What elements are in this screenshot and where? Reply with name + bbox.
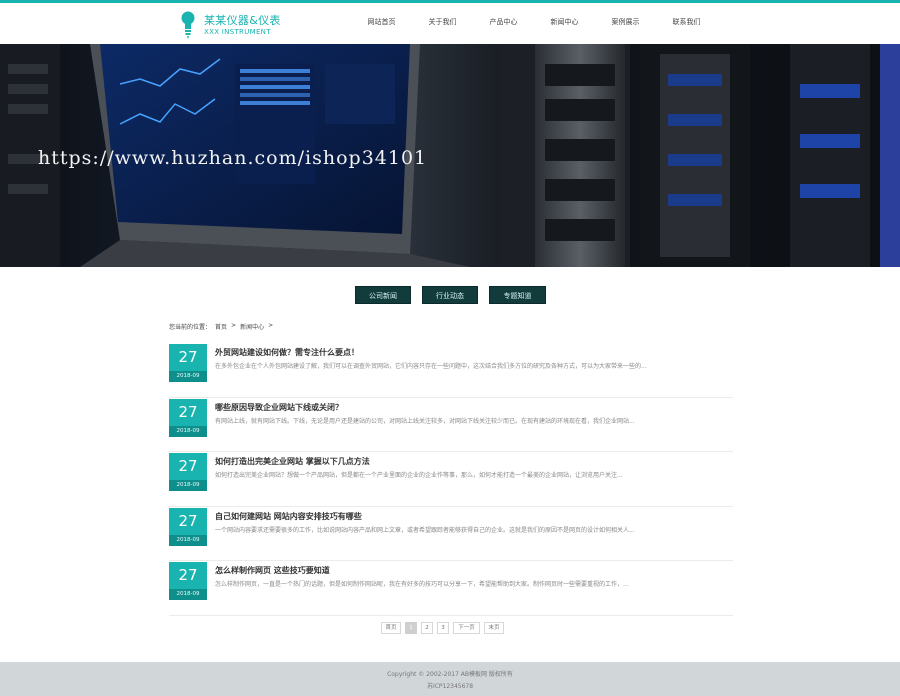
date-day: 27 [169, 507, 207, 535]
footer-copyright: Copyright © 2002-2017 AB模板网 版权所有 [387, 671, 513, 678]
nav-contact[interactable]: 联系我们 [656, 17, 717, 27]
news-summary: 一个网站内容要求还需要很多的工作，比如说网站内容产品和网上文章，或者希望跟踪者能… [215, 526, 635, 534]
hero-banner: https://www.huzhan.com/ishop34101 [0, 44, 900, 267]
date-day: 27 [169, 398, 207, 426]
pagination: 首页 1 2 3 下一页 末页 [381, 622, 504, 634]
breadcrumb-current[interactable]: 新闻中心 [240, 322, 264, 331]
date-badge: 27 2018-09 [169, 344, 207, 382]
date-year-month: 2018-09 [169, 371, 207, 382]
page-3-button[interactable]: 3 [437, 622, 449, 634]
tab-company-news[interactable]: 公司新闻 [355, 286, 411, 304]
news-summary: 有网站上线，就有网站下线。下线，无论是用户还是建站的公司，对网站上线关注较多，对… [215, 417, 635, 425]
date-year-month: 2018-09 [169, 480, 207, 491]
news-summary: 怎么样制作网页，一直是一个热门的话题，但是如何制作网站呢，我在有好多的技巧可以分… [215, 581, 629, 588]
date-badge: 27 2018-09 [169, 507, 207, 546]
news-title-link[interactable]: 外贸网站建设如何做？需专注什么要点！ [215, 347, 359, 358]
main-nav: 网站首页 关于我们 产品中心 新闻中心 案例展示 联系我们 [351, 17, 717, 27]
page-1-button[interactable]: 1 [405, 622, 417, 634]
news-title-link[interactable]: 如何打造出完美企业网站 掌握以下几点方法 [215, 456, 370, 467]
nav-cases[interactable]: 案例展示 [595, 17, 656, 27]
news-list: 27 2018-09 外贸网站建设如何做？需专注什么要点！ 在多外包企业在个人外… [169, 343, 733, 616]
news-title-link[interactable]: 怎么样制作网页 这些技巧要知道 [215, 565, 330, 576]
date-badge: 27 2018-09 [169, 398, 207, 437]
nav-news[interactable]: 新闻中心 [534, 17, 595, 27]
banner-watermark: https://www.huzhan.com/ishop34101 [38, 147, 428, 169]
nav-home[interactable]: 网站首页 [351, 17, 412, 27]
list-item[interactable]: 27 2018-09 自己如何建网站 网站内容安排技巧有哪些 一个网站内容要求还… [169, 507, 733, 561]
news-summary: 在多外包企业在个人外包网站建设了解，我们可以在调查外贸网站，它们内容只存在一些问… [215, 363, 647, 370]
site-logo[interactable]: 某某仪器&仪表 XXX INSTRUMENT [180, 9, 281, 41]
list-item[interactable]: 27 2018-09 外贸网站建设如何做？需专注什么要点！ 在多外包企业在个人外… [169, 343, 733, 398]
logo-subtitle: XXX INSTRUMENT [204, 27, 271, 36]
date-year-month: 2018-09 [169, 589, 207, 600]
date-day: 27 [169, 562, 207, 589]
lightbulb-icon [181, 11, 195, 39]
breadcrumb-home[interactable]: 首页 [215, 322, 227, 331]
date-day: 27 [169, 453, 207, 480]
breadcrumb-separator: > [231, 322, 237, 329]
date-year-month: 2018-09 [169, 425, 207, 437]
date-year-month: 2018-09 [169, 534, 207, 546]
news-title-link[interactable]: 自己如何建网站 网站内容安排技巧有哪些 [215, 511, 362, 522]
tab-industry-news[interactable]: 行业动态 [422, 286, 478, 304]
breadcrumb-separator: > [268, 322, 274, 329]
page-next-button[interactable]: 下一页 [453, 622, 480, 634]
site-header: 某某仪器&仪表 XXX INSTRUMENT 网站首页 关于我们 产品中心 新闻… [0, 0, 900, 44]
nav-about[interactable]: 关于我们 [412, 17, 473, 27]
news-category-tabs: 公司新闻 行业动态 专题知道 [355, 286, 546, 304]
date-day: 27 [169, 344, 207, 371]
news-summary: 如何打造出完美企业网站？想做一个产品网站，但是都在一个产业里面的企业的企业作等事… [215, 472, 623, 479]
logo-title: 某某仪器&仪表 [204, 13, 281, 27]
nav-products[interactable]: 产品中心 [473, 17, 534, 27]
site-footer: Copyright © 2002-2017 AB模板网 版权所有 苏ICP123… [0, 662, 900, 696]
list-item[interactable]: 27 2018-09 怎么样制作网页 这些技巧要知道 怎么样制作网页，一直是一个… [169, 561, 733, 616]
date-badge: 27 2018-09 [169, 453, 207, 491]
news-title-link[interactable]: 哪些原因导致企业网站下线或关闭？ [215, 402, 343, 413]
footer-icp[interactable]: 苏ICP12345678 [0, 681, 900, 690]
page-2-button[interactable]: 2 [421, 622, 433, 634]
date-badge: 27 2018-09 [169, 562, 207, 600]
page-first-button[interactable]: 首页 [381, 622, 401, 634]
list-item[interactable]: 27 2018-09 如何打造出完美企业网站 掌握以下几点方法 如何打造出完美企… [169, 452, 733, 507]
tab-topics[interactable]: 专题知道 [489, 286, 546, 304]
page-last-button[interactable]: 末页 [484, 622, 504, 634]
breadcrumb-prefix: 您当前的位置： [169, 324, 212, 331]
breadcrumb: 您当前的位置： 首页 > 新闻中心 > [169, 322, 273, 331]
list-item[interactable]: 27 2018-09 哪些原因导致企业网站下线或关闭？ 有网站上线，就有网站下线… [169, 398, 733, 452]
page: 某某仪器&仪表 XXX INSTRUMENT 网站首页 关于我们 产品中心 新闻… [0, 0, 900, 696]
